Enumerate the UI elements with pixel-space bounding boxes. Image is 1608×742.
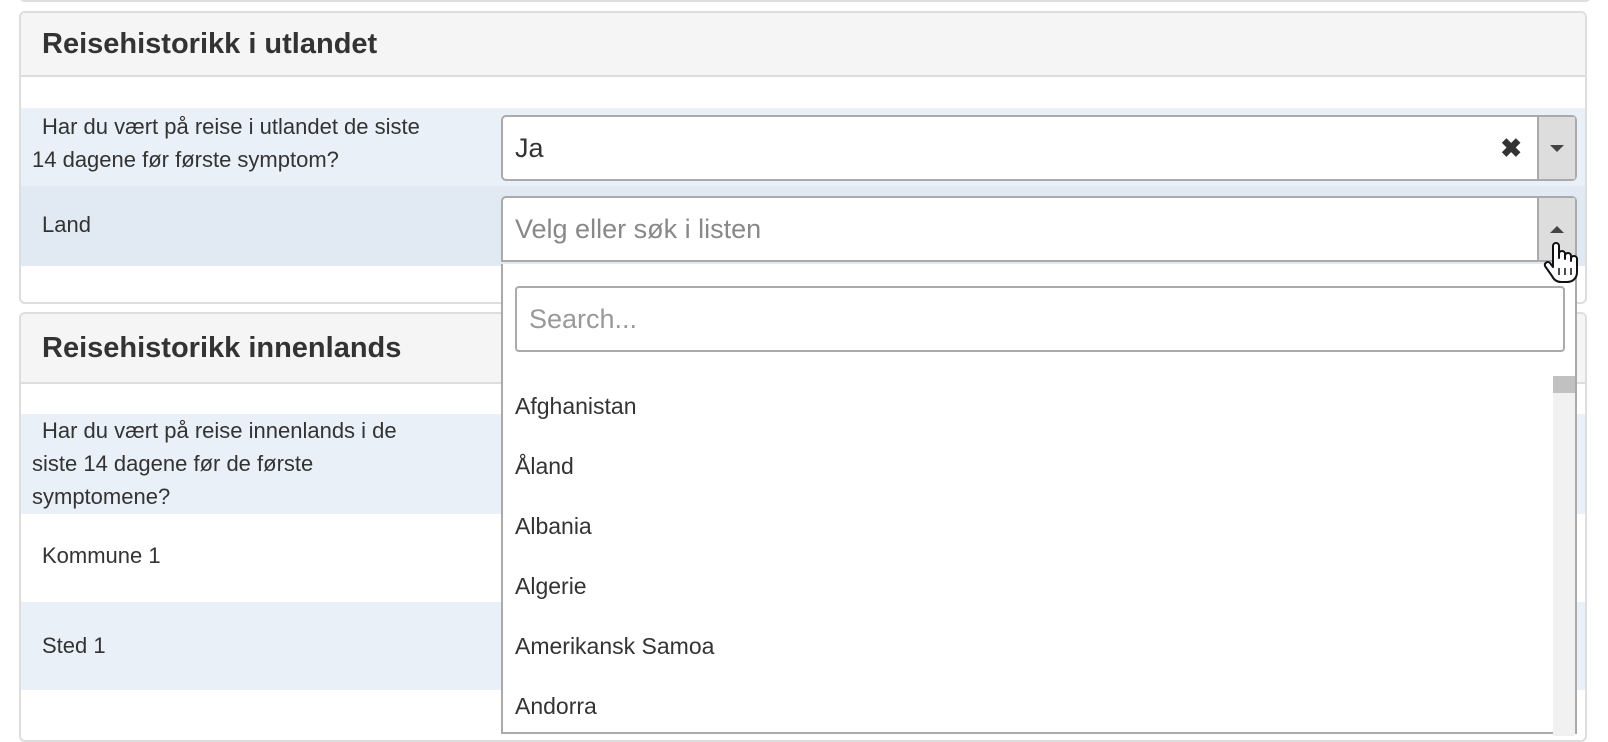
option-item[interactable]: Algerie [503, 556, 1555, 616]
question-label: Har du vært på reise innenlands i de sis… [32, 414, 397, 513]
question-line: symptomene? [32, 484, 171, 509]
scrollbar[interactable] [1553, 376, 1575, 736]
previous-panel-edge [19, 0, 1591, 2]
hand-pointer-icon [1543, 240, 1581, 295]
kommune-label: Kommune 1 [42, 543, 161, 568]
dropdown-search-input[interactable] [515, 286, 1565, 352]
land-select[interactable]: Velg eller søk i listen [501, 196, 1577, 262]
land-dropdown: Afghanistan Åland Albania Algerie Amerik… [501, 264, 1577, 736]
options-list: Afghanistan Åland Albania Algerie Amerik… [503, 376, 1555, 736]
question-label: Har du vært på reise i utlandet de siste… [32, 110, 420, 176]
land-label: Land [42, 212, 91, 237]
option-item[interactable]: Albania [503, 496, 1555, 556]
panel-title: Reisehistorikk i utlandet [42, 27, 378, 60]
option-item[interactable]: Andorra [503, 676, 1555, 736]
select-placeholder: Velg eller søk i listen [515, 214, 762, 244]
select-value: Ja [515, 133, 544, 163]
travel-abroad-select[interactable]: Ja ✖ [501, 115, 1577, 181]
option-item[interactable]: Åland [503, 436, 1555, 496]
chevron-down-icon [1550, 145, 1564, 152]
dropdown-toggle-button[interactable] [1537, 117, 1575, 179]
question-line: Har du vært på reise i utlandet de siste [42, 114, 420, 139]
option-item[interactable]: Afghanistan [503, 376, 1555, 436]
close-icon[interactable]: ✖ [1500, 117, 1522, 179]
question-line: siste 14 dagene før de første [32, 451, 314, 476]
panel-heading: Reisehistorikk i utlandet [21, 13, 1585, 77]
question-line: 14 dagene før første symptom? [32, 147, 339, 172]
panel-title: Reisehistorikk innenlands [42, 331, 402, 364]
sted-label: Sted 1 [42, 633, 106, 658]
chevron-up-icon [1550, 226, 1564, 233]
option-item[interactable]: Amerikansk Samoa [503, 616, 1555, 676]
question-line: Har du vært på reise innenlands i de [42, 418, 397, 443]
scrollbar-thumb[interactable] [1553, 376, 1575, 393]
